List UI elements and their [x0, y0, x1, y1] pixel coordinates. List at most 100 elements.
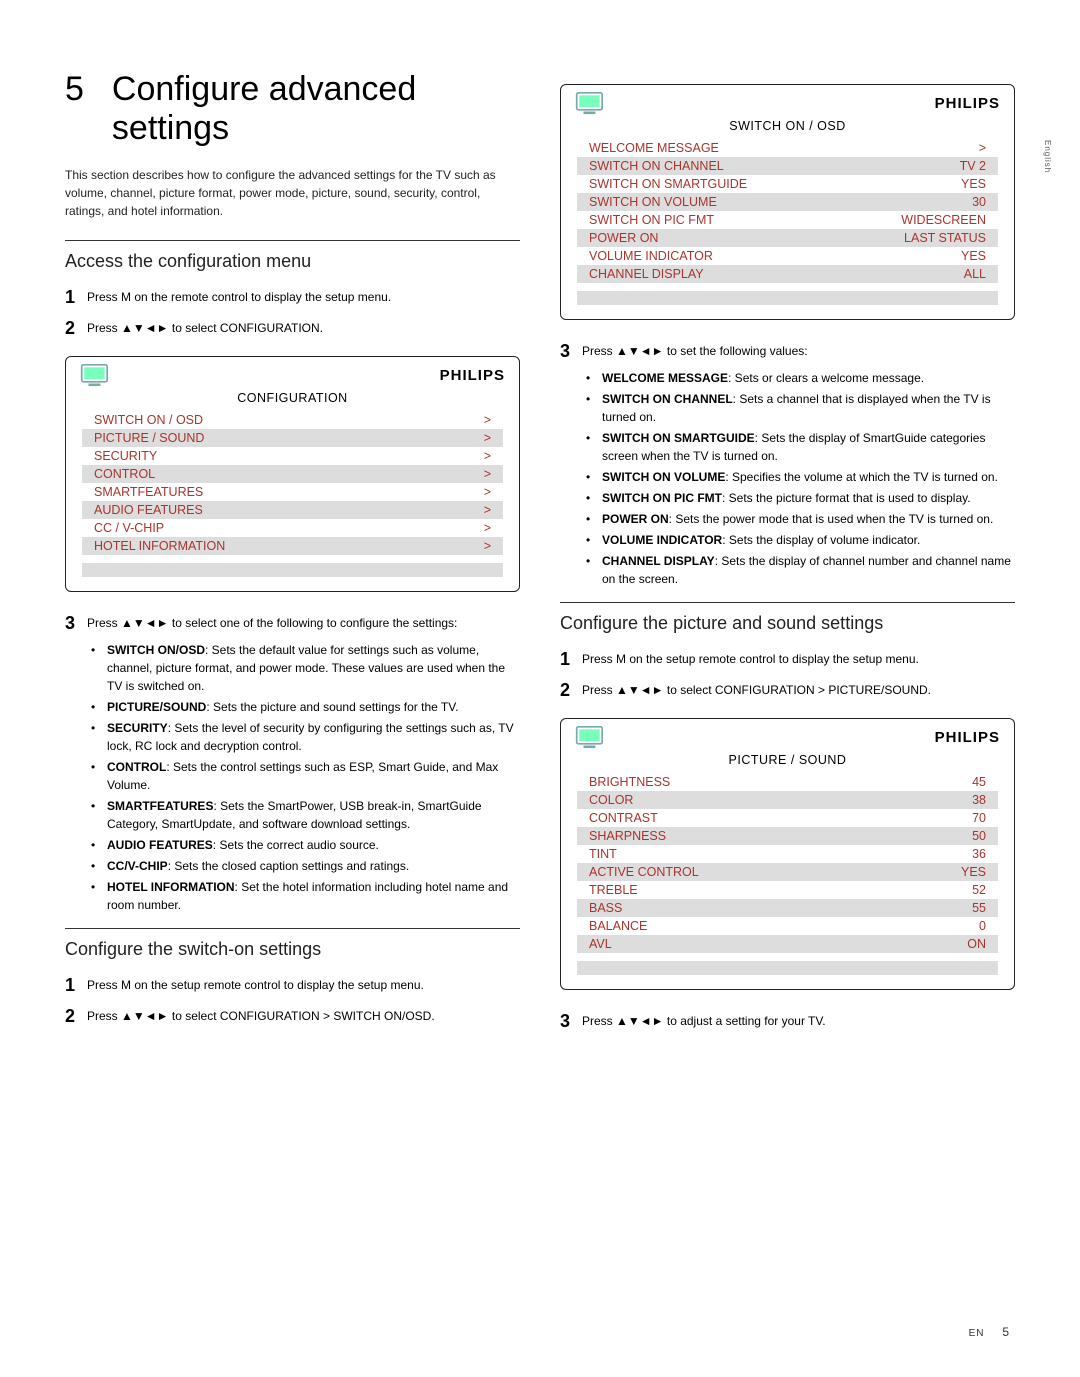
osd-row-value: 52: [972, 883, 986, 897]
arrow-keys-icon: ▲▼◄►: [616, 344, 664, 358]
step-1: 1Press M on the setup remote control to …: [65, 972, 520, 999]
bullet-item: SWITCH ON/OSD: Sets the default value fo…: [91, 641, 520, 695]
osd-row-value: TV 2: [960, 159, 986, 173]
osd-row-label: SHARPNESS: [589, 829, 666, 843]
chapter-number: 5: [65, 70, 84, 109]
osd-row-value: 0: [979, 919, 986, 933]
osd-row: SECURITY >: [82, 447, 503, 465]
osd-configuration: PHILIPS CONFIGURATION SWITCH ON / OSD > PI…: [65, 356, 520, 592]
bullet-term: SWITCH ON PIC FMT: [602, 491, 722, 505]
osd-row: VOLUME INDICATORYES: [577, 247, 998, 265]
brand-logo: PHILIPS: [935, 95, 1000, 112]
bullet-item: SWITCH ON VOLUME: Specifies the volume a…: [586, 468, 1015, 486]
osd-row-value: YES: [961, 177, 986, 191]
osd-row-value: 36: [972, 847, 986, 861]
osd-row-label: TREBLE: [589, 883, 638, 897]
osd-footer-bar: [82, 563, 503, 577]
bullet-term: SMARTFEATURES: [107, 799, 213, 813]
section-picture-heading: Configure the picture and sound settings: [560, 613, 1015, 634]
bullet-item: VOLUME INDICATOR: Sets the display of vo…: [586, 531, 1015, 549]
osd-row-value: >: [484, 413, 491, 427]
arrow-keys-icon: ▲▼◄►: [616, 683, 664, 697]
bullet-item: SECURITY: Sets the level of security by …: [91, 719, 520, 755]
osd-row-value: >: [484, 503, 491, 517]
bullet-item: CHANNEL DISPLAY: Sets the display of cha…: [586, 552, 1015, 588]
osd-row-value: >: [484, 467, 491, 481]
divider: [65, 928, 520, 929]
bullet-desc: : Sets the picture format that is used t…: [722, 491, 971, 505]
osd-row-value: 50: [972, 829, 986, 843]
osd-row-label: SWITCH ON SMARTGUIDE: [589, 177, 747, 191]
step-3: 3Press ▲▼◄► to set the following values:: [560, 338, 1015, 365]
osd-row-label: BRIGHTNESS: [589, 775, 670, 789]
bullet-item: HOTEL INFORMATION: Set the hotel informa…: [91, 878, 520, 914]
osd-row: COLOR38: [577, 791, 998, 809]
bullet-term: POWER ON: [602, 512, 669, 526]
osd-row-label: POWER ON: [589, 231, 658, 245]
osd-row: SWITCH ON VOLUME30: [577, 193, 998, 211]
bullet-term: SWITCH ON VOLUME: [602, 470, 725, 484]
osd-row-value: 70: [972, 811, 986, 825]
osd-footer-bar: [577, 961, 998, 975]
osd-row: SMARTFEATURES >: [82, 483, 503, 501]
osd-row-value: WIDESCREEN: [901, 213, 986, 227]
osd-row: WELCOME MESSAGE >: [577, 139, 998, 157]
bullet-desc: : Sets the display of volume indicator.: [722, 533, 920, 547]
osd-row-label: CC / V-CHIP: [94, 521, 164, 535]
page-number: 5: [1002, 1325, 1010, 1339]
osd-picture: PHILIPS PICTURE / SOUND BRIGHTNESS45COLO…: [560, 718, 1015, 990]
bullet-term: AUDIO FEATURES: [107, 838, 213, 852]
bullet-term: SWITCH ON CHANNEL: [602, 392, 733, 406]
osd-row-value: >: [484, 485, 491, 499]
bullet-term: SWITCH ON SMARTGUIDE: [602, 431, 755, 445]
osd-row-label: SECURITY: [94, 449, 157, 463]
bullet-term: CC/V-CHIP: [107, 859, 168, 873]
osd-row: BRIGHTNESS45: [577, 773, 998, 791]
arrow-keys-icon: ▲▼◄►: [121, 321, 169, 335]
bullet-term: CONTROL: [107, 760, 166, 774]
osd-row-label: CONTROL: [94, 467, 155, 481]
bullet-term: VOLUME INDICATOR: [602, 533, 722, 547]
bullet-item: SWITCH ON CHANNEL: Sets a channel that i…: [586, 390, 1015, 426]
osd-row-label: SWITCH ON CHANNEL: [589, 159, 724, 173]
osd-row-label: ACTIVE CONTROL: [589, 865, 699, 879]
divider: [560, 602, 1015, 603]
bullet-item: POWER ON: Sets the power mode that is us…: [586, 510, 1015, 528]
osd-row-label: AUDIO FEATURES: [94, 503, 203, 517]
osd-row-label: CHANNEL DISPLAY: [589, 267, 704, 281]
osd-row: TINT 36: [577, 845, 998, 863]
osd-row: CONTROL >: [82, 465, 503, 483]
osd-row-label: BASS: [589, 901, 622, 915]
osd-row-value: >: [979, 141, 986, 155]
osd-title: CONFIGURATION: [66, 389, 519, 411]
osd-row: SWITCH ON CHANNEL TV 2: [577, 157, 998, 175]
osd-row-value: >: [484, 539, 491, 553]
osd-row: BASS55: [577, 899, 998, 917]
osd-row: SWITCH ON / OSD >: [82, 411, 503, 429]
osd-row: PICTURE / SOUND>: [82, 429, 503, 447]
osd-row: CONTRAST70: [577, 809, 998, 827]
osd-row-label: SWITCH ON / OSD: [94, 413, 203, 427]
bullet-desc: : Sets the level of security by configur…: [107, 721, 514, 753]
tv-icon: [575, 725, 609, 749]
bullet-term: WELCOME MESSAGE: [602, 371, 728, 385]
brand-logo: PHILIPS: [440, 367, 505, 384]
osd-row: HOTEL INFORMATION>: [82, 537, 503, 555]
bullet-desc: : Sets the control settings such as ESP,…: [107, 760, 498, 792]
bullet-desc: : Sets the correct audio source.: [213, 838, 379, 852]
osd-row-label: SWITCH ON VOLUME: [589, 195, 717, 209]
language-tab: English: [1043, 140, 1052, 173]
osd-row: SWITCH ON SMARTGUIDE YES: [577, 175, 998, 193]
step-2: 2Press ▲▼◄► to select CONFIGURATION > SW…: [65, 1003, 520, 1030]
arrow-keys-icon: ▲▼◄►: [121, 1009, 169, 1023]
osd-row-label: TINT: [589, 847, 617, 861]
osd-row-value: ALL: [964, 267, 986, 281]
osd-row-label: WELCOME MESSAGE: [589, 141, 719, 155]
osd-row-value: >: [484, 449, 491, 463]
bullet-desc: : Sets or clears a welcome message.: [728, 371, 924, 385]
step-1: 1Press M on the remote control to displa…: [65, 284, 520, 311]
osd-row-label: SMARTFEATURES: [94, 485, 203, 499]
osd-row: BALANCE0: [577, 917, 998, 935]
osd-row: CC / V-CHIP>: [82, 519, 503, 537]
bullet-item: CC/V-CHIP: Sets the closed caption setti…: [91, 857, 520, 875]
